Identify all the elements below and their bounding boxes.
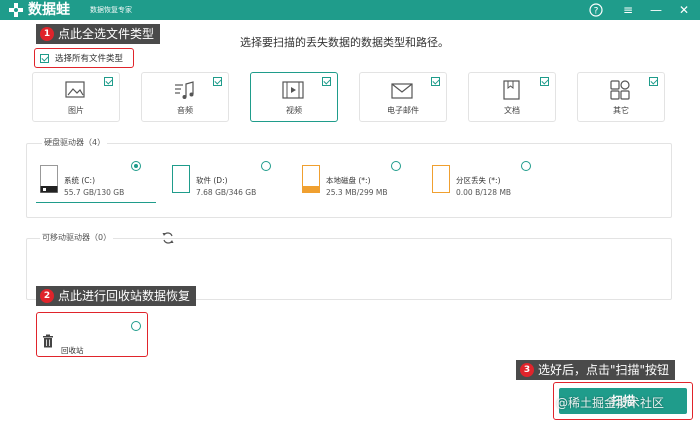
minimize-button[interactable]: —	[646, 0, 666, 20]
recycle-bin-item[interactable]: 回收站	[36, 312, 148, 357]
drive-c-radio[interactable]	[131, 161, 141, 171]
checkbox-icon[interactable]	[322, 77, 331, 86]
recycle-bin-label: 回收站	[61, 346, 84, 355]
drive-local-radio[interactable]	[391, 161, 401, 171]
help-button[interactable]: ?	[586, 0, 606, 20]
menu-button[interactable]: ≡	[618, 0, 638, 20]
page-heading: 选择要扫描的丢失数据的数据类型和路径。	[240, 36, 449, 49]
checkbox-icon[interactable]	[431, 77, 440, 86]
help-icon: ?	[589, 3, 603, 17]
local-disk-icon	[302, 165, 320, 193]
file-type-video[interactable]: 视频	[250, 72, 338, 122]
file-type-label: 电子邮件	[387, 106, 419, 115]
drive-name: 软件 (D:)	[196, 176, 228, 185]
email-icon	[391, 83, 413, 99]
callout-select-all: 1 点此全选文件类型	[36, 24, 161, 44]
checkbox-icon[interactable]	[104, 77, 113, 86]
frog-logo-icon	[9, 3, 23, 17]
select-all-label: 选择所有文件类型	[55, 54, 124, 64]
trash-icon	[43, 334, 53, 348]
file-type-label: 视频	[286, 106, 302, 115]
file-type-label: 图片	[68, 106, 84, 115]
callout-number: 2	[40, 289, 54, 303]
file-type-label: 音频	[177, 106, 193, 115]
file-type-label: 其它	[613, 106, 629, 115]
recycle-bin-radio[interactable]	[131, 321, 141, 331]
drive-d-radio[interactable]	[261, 161, 271, 171]
file-type-email[interactable]: 电子邮件	[359, 72, 447, 122]
app-subtitle: 数据恢复专家	[90, 6, 132, 14]
callout-number: 1	[40, 27, 54, 41]
drive-lost-radio[interactable]	[521, 161, 531, 171]
callout-text: 点此进行回收站数据恢复	[58, 289, 191, 303]
document-icon	[503, 80, 520, 100]
checkbox-icon[interactable]	[40, 54, 49, 63]
checkbox-icon[interactable]	[213, 77, 222, 86]
watermark: @稀土掘金技术社区	[556, 396, 665, 410]
drive-name: 系统 (C:)	[64, 176, 95, 185]
image-icon	[65, 81, 85, 98]
checkbox-icon[interactable]	[540, 77, 549, 86]
drive-size: 7.68 GB/346 GB	[196, 188, 257, 197]
file-type-audio[interactable]: 音频	[141, 72, 229, 122]
video-icon	[282, 81, 304, 99]
drive-icon	[172, 165, 190, 193]
svg-text:?: ?	[594, 7, 599, 17]
drive-size: 55.7 GB/130 GB	[64, 188, 125, 197]
drive-name: 分区丢失 (*:)	[456, 176, 501, 185]
lost-partition-icon	[432, 165, 450, 193]
audio-icon	[175, 81, 194, 99]
removable-drive-section-title: 可移动驱动器（0）	[40, 232, 114, 243]
file-type-document[interactable]: 文档	[468, 72, 556, 122]
windows-drive-icon	[40, 165, 58, 193]
file-type-image[interactable]: 图片	[32, 72, 120, 122]
refresh-icon[interactable]	[161, 231, 175, 245]
drive-size: 25.3 MB/299 MB	[326, 188, 388, 197]
hard-drive-section-title: 硬盘驱动器（4）	[42, 137, 108, 148]
close-button[interactable]: ✕	[674, 0, 694, 20]
title-bar: 数据蛙 数据恢复专家 ? ≡ — ✕	[0, 0, 700, 20]
app-name: 数据蛙	[28, 2, 70, 18]
drive-size: 0.00 B/128 MB	[456, 188, 512, 197]
checkbox-icon[interactable]	[649, 77, 658, 86]
drive-name: 本地磁盘 (*:)	[326, 176, 371, 185]
callout-recycle-bin: 2 点此进行回收站数据恢复	[36, 286, 197, 306]
select-all-file-types[interactable]: 选择所有文件类型	[34, 48, 134, 68]
file-type-other[interactable]: 其它	[577, 72, 665, 122]
callout-text: 点此全选文件类型	[58, 27, 155, 41]
callout-number: 3	[520, 363, 534, 377]
other-icon	[610, 80, 630, 100]
file-type-label: 文档	[504, 106, 520, 115]
callout-text: 选好后，点击"扫描"按钮	[538, 363, 670, 377]
callout-scan: 3 选好后，点击"扫描"按钮	[516, 360, 676, 380]
